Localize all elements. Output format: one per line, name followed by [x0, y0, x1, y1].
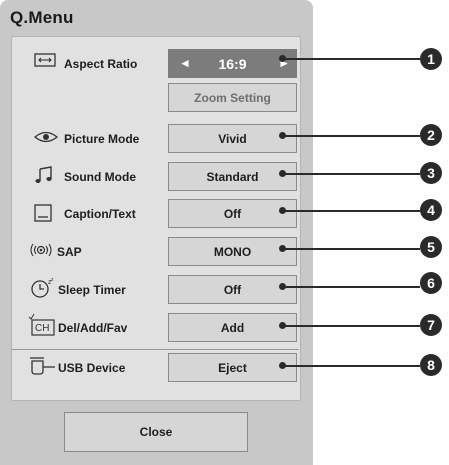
sap-label: SAP	[57, 245, 82, 259]
aspect-ratio-selector[interactable]: ◄ 16:9 ►	[168, 49, 297, 78]
aspect-ratio-value: 16:9	[218, 55, 247, 72]
caption-icon	[34, 204, 56, 224]
sound-mode-label: Sound Mode	[64, 170, 136, 184]
sap-button[interactable]: MONO	[168, 237, 297, 266]
callout-badge-3: 3	[420, 162, 442, 184]
usb-device-label: USB Device	[58, 361, 126, 375]
aspect-ratio-icon	[34, 53, 56, 73]
channel-icon-text: CH	[35, 323, 50, 334]
menu-row-aspect-ratio: Aspect Ratio ◄ 16:9 ►	[12, 45, 300, 85]
aspect-ratio-label: Aspect Ratio	[64, 57, 138, 71]
callout-leader	[283, 325, 420, 327]
usb-icon	[28, 356, 56, 376]
caption-text-button[interactable]: Off	[168, 199, 297, 228]
menu-row-zoom-setting: Zoom Setting	[12, 80, 300, 120]
callout-badge-1: 1	[420, 48, 442, 70]
callout-leader	[283, 135, 420, 137]
q-menu-panel: Q.Menu Aspect Ratio ◄ 16:9 ► Zoom Settin…	[0, 0, 313, 465]
menu-row-del-add-fav: CH Del/Add/Fav Add	[12, 307, 300, 347]
menu-row-caption-text: Caption/Text Off	[12, 194, 300, 234]
callout-leader	[283, 58, 420, 60]
callout-leader	[283, 173, 420, 175]
callout-badge-7: 7	[420, 314, 442, 336]
menu-row-sleep-timer: z z Sleep Timer Off	[12, 269, 300, 309]
picture-mode-label: Picture Mode	[64, 132, 140, 146]
callout-badge-5: 5	[420, 236, 442, 258]
menu-row-sound-mode: Sound Mode Standard	[12, 157, 300, 197]
close-button[interactable]: Close	[64, 412, 248, 452]
sap-icon	[28, 242, 52, 262]
menu-list: Aspect Ratio ◄ 16:9 ► Zoom Setting Pictu…	[11, 36, 301, 401]
callout-leader	[283, 365, 420, 367]
sleep-timer-label: Sleep Timer	[58, 283, 126, 297]
sleep-timer-icon: z z	[30, 277, 54, 298]
eye-icon	[34, 130, 58, 150]
del-add-fav-label: Del/Add/Fav	[58, 321, 128, 335]
menu-row-sap: SAP MONO	[12, 232, 300, 272]
caption-text-label: Caption/Text	[64, 207, 136, 221]
zoom-setting-button[interactable]: Zoom Setting	[168, 83, 297, 112]
channel-icon: CH	[28, 313, 56, 337]
del-add-fav-button[interactable]: Add	[168, 313, 297, 342]
divider	[11, 349, 299, 350]
picture-mode-button[interactable]: Vivid	[168, 124, 297, 153]
sound-mode-button[interactable]: Standard	[168, 162, 297, 191]
callout-badge-2: 2	[420, 124, 442, 146]
usb-eject-button[interactable]: Eject	[168, 353, 297, 382]
music-note-icon	[34, 166, 56, 186]
menu-row-usb-device: USB Device Eject	[12, 348, 300, 388]
sleep-timer-button[interactable]: Off	[168, 275, 297, 304]
callout-leader	[283, 248, 420, 250]
svg-text:z: z	[51, 277, 54, 283]
callout-badge-8: 8	[420, 354, 442, 376]
menu-row-picture-mode: Picture Mode Vivid	[12, 119, 300, 159]
left-arrow-icon[interactable]: ◄	[179, 56, 191, 70]
menu-title: Q.Menu	[10, 8, 74, 27]
callout-badge-6: 6	[420, 272, 442, 294]
callout-leader	[283, 286, 420, 288]
callout-badge-4: 4	[420, 199, 442, 221]
callout-leader	[283, 210, 420, 212]
